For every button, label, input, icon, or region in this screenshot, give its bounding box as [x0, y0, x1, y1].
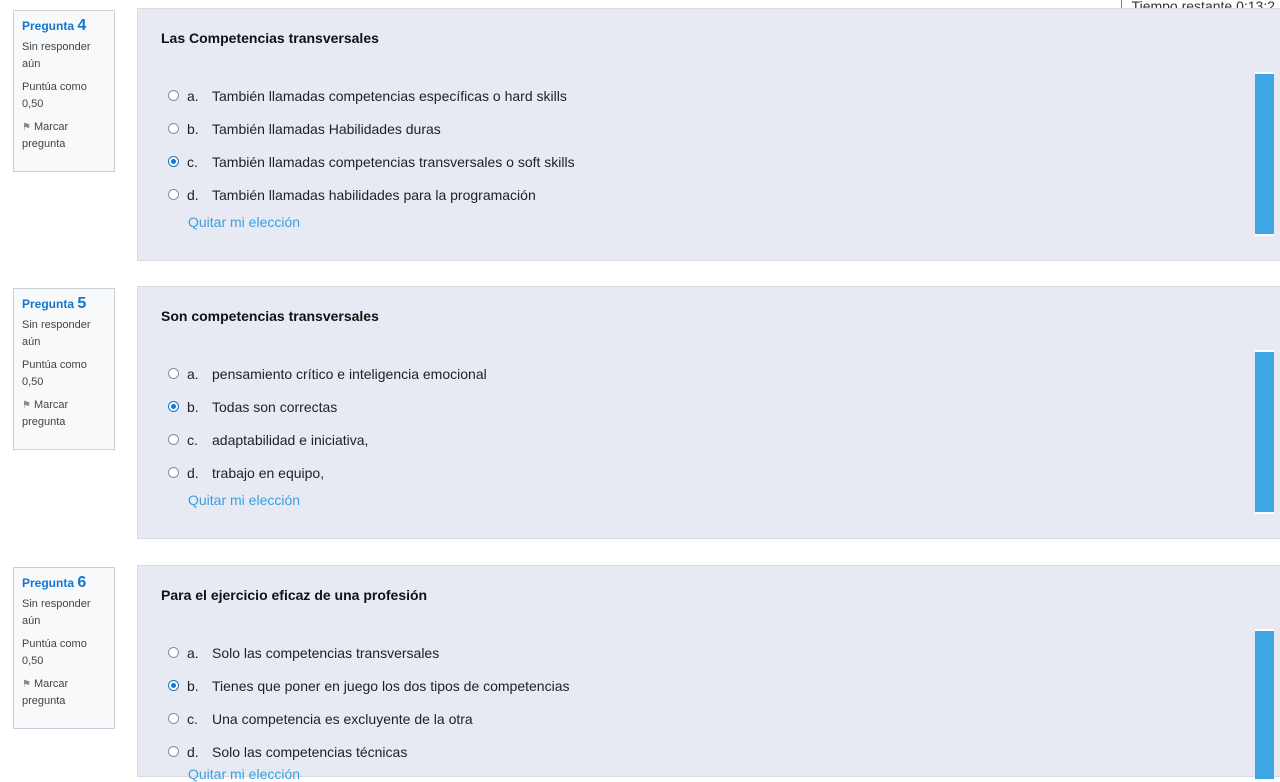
flag-question-link[interactable]: ⚑ Marcar pregunta [22, 676, 106, 710]
option-letter: d. [187, 186, 199, 203]
question-label: Pregunta [22, 576, 75, 590]
option-text: pensamiento crítico e inteligencia emoci… [212, 365, 487, 382]
radio-button-b[interactable] [168, 401, 179, 412]
radio-button-c[interactable] [168, 156, 179, 167]
scrollbar-thumb[interactable] [1255, 72, 1274, 236]
option-letter: b. [187, 677, 199, 694]
answer-option-a[interactable]: a. pensamiento crítico e inteligencia em… [168, 357, 487, 390]
question-text: Las Competencias transversales [161, 30, 379, 46]
option-letter: d. [187, 464, 199, 481]
question-content: Las Competencias transversales a. Tambié… [137, 8, 1280, 261]
answer-option-d[interactable]: d. También llamadas habilidades para la … [168, 178, 575, 211]
flag-question-link[interactable]: ⚑ Marcar pregunta [22, 397, 106, 431]
question-text: Son competencias transversales [161, 308, 379, 324]
option-text: Todas son correctas [212, 398, 338, 415]
option-letter: a. [187, 365, 199, 382]
option-text: Solo las competencias transversales [212, 644, 440, 661]
flag-question-link[interactable]: ⚑ Marcar pregunta [22, 119, 106, 153]
radio-button-d[interactable] [168, 467, 179, 478]
option-text: Tienes que poner en juego los dos tipos … [212, 677, 570, 694]
question-grade: Puntúa como 0,50 [22, 359, 87, 388]
question-content: Para el ejercicio eficaz de una profesió… [137, 565, 1280, 782]
option-text: También llamadas habilidades para la pro… [212, 186, 536, 203]
option-letter: c. [187, 710, 198, 727]
answer-options: a. pensamiento crítico e inteligencia em… [168, 357, 487, 489]
answer-option-d[interactable]: d. Solo las competencias técnicas [168, 735, 570, 768]
answer-option-a[interactable]: a. Solo las competencias transversales [168, 636, 570, 669]
question-grade: Puntúa como 0,50 [22, 81, 87, 110]
question-content: Son competencias transversales a. pensam… [137, 286, 1280, 539]
question-number: Pregunta 4 [22, 17, 106, 35]
question-number-value: 5 [77, 295, 87, 312]
question-text: Para el ejercicio eficaz de una profesió… [161, 587, 428, 603]
option-letter: c. [187, 431, 198, 448]
answer-option-b[interactable]: b. Todas son correctas [168, 390, 487, 423]
answer-option-b[interactable]: b. También llamadas Habilidades duras [168, 112, 575, 145]
radio-button-c[interactable] [168, 434, 179, 445]
answer-options: a. También llamadas competencias específ… [168, 79, 575, 211]
option-letter: c. [187, 153, 198, 170]
answer-option-c[interactable]: c. adaptabilidad e iniciativa, [168, 423, 487, 456]
question-state: Sin responder aún [22, 598, 91, 627]
question-info: Pregunta 4 Sin responder aún Puntúa como… [13, 10, 115, 172]
radio-button-a[interactable] [168, 90, 179, 101]
answer-option-d[interactable]: d. trabajo en equipo, [168, 456, 487, 489]
option-text: trabajo en equipo, [212, 464, 325, 481]
answer-option-a[interactable]: a. También llamadas competencias específ… [168, 79, 575, 112]
question-number: Pregunta 6 [22, 574, 106, 592]
option-text: adaptabilidad e iniciativa, [212, 431, 369, 448]
question-info: Pregunta 6 Sin responder aún Puntúa como… [13, 567, 115, 729]
radio-button-b[interactable] [168, 123, 179, 134]
flag-icon: ⚑ [22, 400, 31, 411]
question-label: Pregunta [22, 19, 75, 33]
answer-options: a. Solo las competencias transversales b… [168, 636, 570, 768]
question-number-value: 4 [77, 17, 87, 34]
radio-button-c[interactable] [168, 713, 179, 724]
scrollbar-thumb[interactable] [1255, 350, 1274, 514]
question-number: Pregunta 5 [22, 295, 106, 313]
question-state: Sin responder aún [22, 319, 91, 348]
clear-choice-link[interactable]: Quitar mi elección [188, 766, 300, 782]
question-number-value: 6 [77, 574, 87, 591]
option-text: Solo las competencias técnicas [212, 743, 408, 760]
option-letter: d. [187, 743, 199, 760]
option-letter: a. [187, 87, 199, 104]
radio-button-a[interactable] [168, 368, 179, 379]
option-text: También llamadas competencias transversa… [212, 153, 575, 170]
question-state: Sin responder aún [22, 41, 91, 70]
answer-option-b[interactable]: b. Tienes que poner en juego los dos tip… [168, 669, 570, 702]
radio-button-d[interactable] [168, 189, 179, 200]
radio-button-a[interactable] [168, 647, 179, 658]
option-letter: b. [187, 120, 199, 137]
question-grade: Puntúa como 0,50 [22, 638, 87, 667]
clear-choice-link[interactable]: Quitar mi elección [188, 214, 300, 230]
option-letter: a. [187, 644, 199, 661]
answer-option-c[interactable]: c. También llamadas competencias transve… [168, 145, 575, 178]
scrollbar-thumb[interactable] [1255, 629, 1274, 779]
question-label: Pregunta [22, 297, 75, 311]
answer-option-c[interactable]: c. Una competencia es excluyente de la o… [168, 702, 570, 735]
radio-button-d[interactable] [168, 746, 179, 757]
flag-icon: ⚑ [22, 122, 31, 133]
option-text: También llamadas Habilidades duras [212, 120, 441, 137]
clear-choice-link[interactable]: Quitar mi elección [188, 492, 300, 508]
option-text: También llamadas competencias específica… [212, 87, 567, 104]
radio-button-b[interactable] [168, 680, 179, 691]
option-text: Una competencia es excluyente de la otra [212, 710, 473, 727]
question-info: Pregunta 5 Sin responder aún Puntúa como… [13, 288, 115, 450]
option-letter: b. [187, 398, 199, 415]
flag-icon: ⚑ [22, 679, 31, 690]
